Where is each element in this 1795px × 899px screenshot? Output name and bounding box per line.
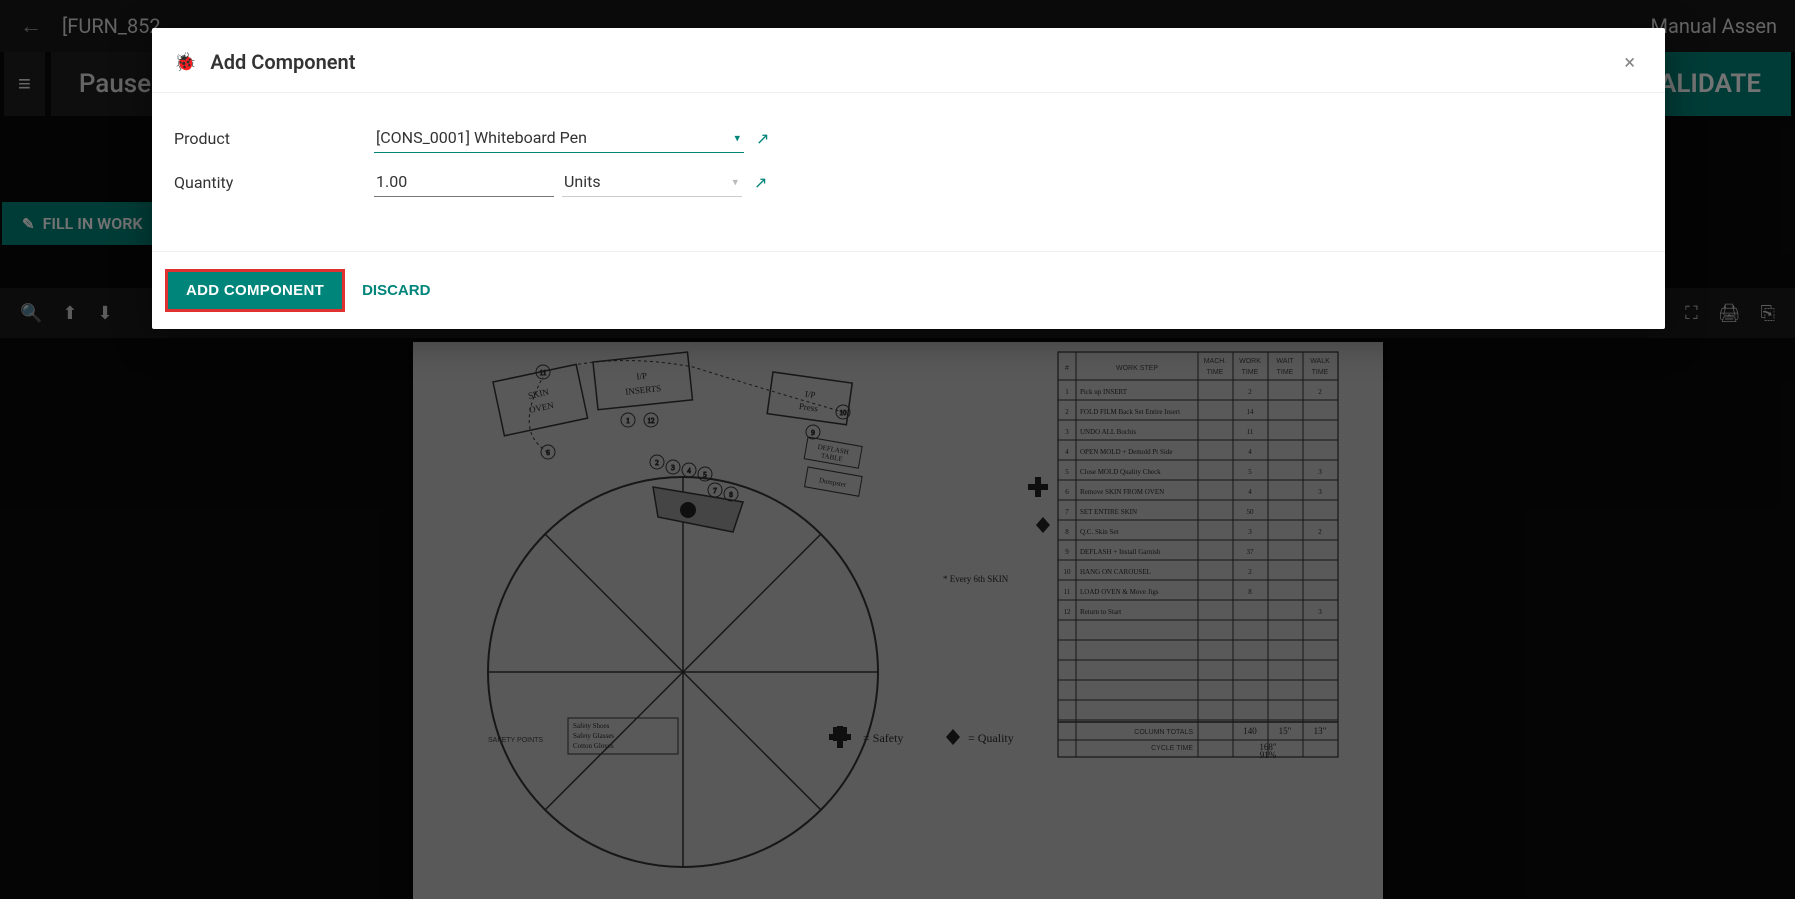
- product-value: [CONS_0001] Whiteboard Pen: [376, 128, 587, 147]
- quantity-label: Quantity: [174, 173, 374, 192]
- unit-select[interactable]: Units ▾: [562, 167, 742, 197]
- add-component-modal: 🐞 Add Component × Product [CONS_0001] Wh…: [152, 28, 1665, 329]
- discard-button[interactable]: DISCARD: [356, 272, 436, 309]
- external-link-icon[interactable]: ↗: [756, 129, 769, 148]
- product-label: Product: [174, 129, 374, 148]
- quantity-input[interactable]: [374, 167, 554, 197]
- external-link-icon[interactable]: ↗: [754, 173, 767, 192]
- close-icon[interactable]: ×: [1616, 46, 1643, 78]
- add-component-button[interactable]: ADD COMPONENT: [168, 272, 342, 309]
- product-row: Product [CONS_0001] Whiteboard Pen ▾ ↗: [174, 123, 1643, 153]
- quantity-row: Quantity Units ▾ ↗: [174, 167, 1643, 197]
- product-select[interactable]: [CONS_0001] Whiteboard Pen ▾: [374, 123, 744, 153]
- modal-header: 🐞 Add Component ×: [152, 28, 1665, 93]
- unit-value: Units: [564, 172, 601, 191]
- chevron-down-icon: ▾: [734, 131, 740, 144]
- bug-icon: 🐞: [174, 52, 196, 73]
- chevron-down-icon: ▾: [732, 175, 738, 188]
- modal-title: Add Component: [210, 50, 355, 74]
- modal-body: Product [CONS_0001] Whiteboard Pen ▾ ↗ Q…: [152, 93, 1665, 251]
- modal-footer: ADD COMPONENT DISCARD: [152, 251, 1665, 329]
